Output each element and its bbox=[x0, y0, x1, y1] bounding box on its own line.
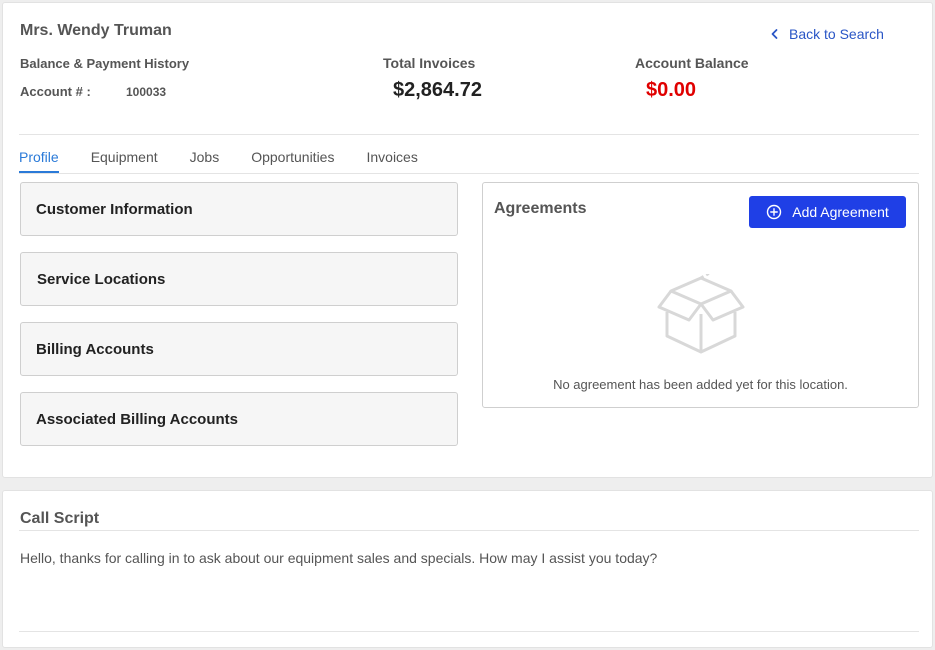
chevron-left-icon bbox=[771, 29, 778, 39]
empty-message: No agreement has been added yet for this… bbox=[553, 377, 848, 392]
customer-name: Mrs. Wendy Truman bbox=[20, 22, 172, 39]
tab-jobs[interactable]: Jobs bbox=[190, 149, 220, 173]
account-number-label: Account # : bbox=[20, 84, 91, 99]
agreements-title: Agreements bbox=[494, 200, 587, 217]
agreements-panel: Agreements Add Agreement No agreement ha… bbox=[482, 182, 919, 408]
call-script-text: Hello, thanks for calling in to ask abou… bbox=[20, 550, 658, 566]
account-balance-label: Account Balance bbox=[635, 55, 749, 71]
associated-billing-accounts-section[interactable]: Associated Billing Accounts bbox=[20, 392, 458, 446]
tab-opportunities[interactable]: Opportunities bbox=[251, 149, 334, 173]
back-to-search-link[interactable]: Back to Search bbox=[770, 26, 884, 42]
billing-accounts-section[interactable]: Billing Accounts bbox=[20, 322, 458, 376]
section-title: Customer Information bbox=[36, 201, 193, 218]
service-locations-section[interactable]: Service Locations bbox=[20, 252, 458, 306]
total-invoices-value: $2,864.72 bbox=[393, 79, 482, 101]
customer-information-section[interactable]: Customer Information bbox=[20, 182, 458, 236]
plus-circle-icon bbox=[767, 204, 782, 220]
add-agreement-label: Add Agreement bbox=[792, 204, 889, 220]
section-label: Balance & Payment History bbox=[20, 56, 190, 71]
add-agreement-button[interactable]: Add Agreement bbox=[749, 196, 906, 228]
tab-profile[interactable]: Profile bbox=[19, 149, 59, 173]
empty-box-icon bbox=[657, 274, 745, 354]
section-title: Associated Billing Accounts bbox=[36, 411, 238, 428]
section-title: Billing Accounts bbox=[36, 341, 154, 358]
call-script-card: Call Script Hello, thanks for calling in… bbox=[2, 490, 933, 648]
tab-bar: Profile Equipment Jobs Opportunities Inv… bbox=[19, 149, 450, 173]
total-invoices-label: Total Invoices bbox=[383, 55, 476, 71]
divider bbox=[19, 631, 919, 632]
account-balance-value: $0.00 bbox=[646, 79, 697, 101]
tab-divider bbox=[19, 173, 919, 174]
tab-equipment[interactable]: Equipment bbox=[91, 149, 158, 173]
account-number-value: 100033 bbox=[126, 85, 167, 99]
call-script-title: Call Script bbox=[20, 510, 100, 527]
account-summary-card: Mrs. Wendy Truman Balance & Payment Hist… bbox=[2, 2, 933, 478]
back-to-search-label: Back to Search bbox=[789, 26, 884, 42]
divider bbox=[19, 134, 919, 135]
divider bbox=[19, 530, 919, 531]
tab-invoices[interactable]: Invoices bbox=[366, 149, 417, 173]
section-title: Service Locations bbox=[37, 271, 166, 288]
